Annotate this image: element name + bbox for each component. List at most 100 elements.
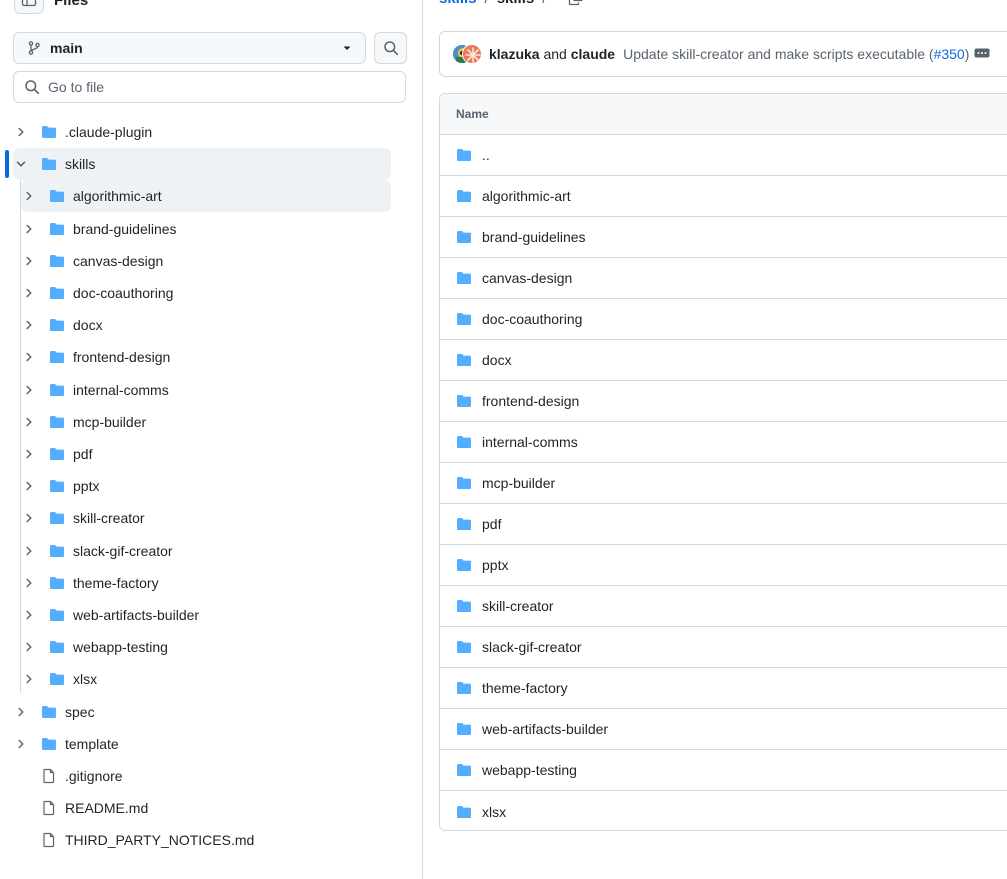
table-row[interactable]: skill-creator (440, 586, 1007, 627)
tree-folder-item[interactable]: mcp-builder (21, 406, 391, 438)
branch-select-button[interactable]: main (13, 32, 366, 64)
tree-folder-item[interactable]: theme-factory (21, 567, 391, 599)
tree-expand-toggle[interactable] (13, 738, 29, 750)
tree-expand-toggle[interactable] (21, 480, 37, 492)
breadcrumb-separator: / (485, 0, 489, 7)
tree-expand-toggle[interactable] (21, 448, 37, 460)
folder-name-link[interactable]: skill-creator (482, 598, 554, 614)
tree-folder-item[interactable]: docx (21, 309, 391, 341)
pull-request-link[interactable]: #350 (934, 46, 965, 62)
folder-name-link[interactable]: mcp-builder (482, 475, 555, 491)
caret-down-icon (343, 46, 351, 50)
tree-expand-toggle[interactable] (21, 545, 37, 557)
parent-directory-row[interactable]: .. (440, 135, 1007, 176)
search-button[interactable] (374, 32, 407, 64)
folder-icon (457, 559, 471, 571)
tree-expand-toggle[interactable] (21, 190, 37, 202)
tree-item-label: .claude-plugin (65, 124, 153, 140)
table-row[interactable]: xlsx (440, 791, 1007, 830)
table-row[interactable]: pdf (440, 504, 1007, 545)
table-row[interactable]: canvas-design (440, 258, 1007, 299)
tree-folder-item[interactable]: spec (13, 696, 391, 728)
tree-folder-item[interactable]: pptx (21, 470, 391, 502)
tree-expand-toggle[interactable] (21, 609, 37, 621)
folder-name-link[interactable]: webapp-testing (482, 762, 577, 778)
chevron-right-icon (26, 546, 32, 556)
tree-expand-toggle[interactable] (13, 158, 29, 170)
tree-item-label: pptx (73, 478, 100, 494)
tree-file-item[interactable]: README.md (13, 792, 391, 824)
parent-directory-link[interactable]: .. (482, 147, 490, 163)
folder-name-link[interactable]: algorithmic-art (482, 188, 571, 204)
tree-folder-item[interactable]: pdf (21, 438, 391, 470)
tree-expand-toggle[interactable] (21, 641, 37, 653)
folder-name-link[interactable]: doc-coauthoring (482, 311, 582, 327)
tree-expand-toggle[interactable] (21, 673, 37, 685)
go-to-file-input[interactable] (48, 79, 378, 95)
table-row[interactable]: doc-coauthoring (440, 299, 1007, 340)
breadcrumb-separator: / (542, 0, 546, 7)
breadcrumb-parent-link[interactable]: skills (439, 0, 477, 7)
commit-author-link[interactable]: claude (571, 46, 615, 62)
commit-conjunction: and (543, 46, 567, 62)
tree-expand-toggle[interactable] (21, 287, 37, 299)
tree-folder-item[interactable]: xlsx (21, 663, 391, 695)
folder-name-link[interactable]: internal-comms (482, 434, 578, 450)
folder-name-link[interactable]: pdf (482, 516, 501, 532)
tree-folder-item[interactable]: slack-gif-creator (21, 535, 391, 567)
tree-expand-toggle[interactable] (13, 706, 29, 718)
tree-expand-toggle[interactable] (21, 416, 37, 428)
tree-folder-item[interactable]: doc-coauthoring (21, 277, 391, 309)
avatar[interactable] (462, 44, 482, 64)
tree-expand-toggle[interactable] (21, 255, 37, 267)
tree-folder-item[interactable]: skills (13, 148, 391, 180)
tree-folder-item[interactable]: internal-comms (21, 374, 391, 406)
folder-name-link[interactable]: theme-factory (482, 680, 568, 696)
table-row[interactable]: webapp-testing (440, 750, 1007, 791)
folder-name-link[interactable]: web-artifacts-builder (482, 721, 608, 737)
tree-folder-item[interactable]: webapp-testing (21, 631, 391, 663)
commit-details-button[interactable] (973, 46, 991, 60)
go-to-file-field[interactable] (13, 71, 406, 103)
folder-name-link[interactable]: docx (482, 352, 512, 368)
folder-name-link[interactable]: slack-gif-creator (482, 639, 582, 655)
folder-name-link[interactable]: brand-guidelines (482, 229, 586, 245)
tree-expand-toggle[interactable] (13, 126, 29, 138)
tree-expand-toggle[interactable] (21, 223, 37, 235)
tree-expand-toggle[interactable] (21, 512, 37, 524)
tree-folder-item[interactable]: canvas-design (21, 245, 391, 277)
tree-expand-toggle[interactable] (21, 577, 37, 589)
tree-folder-item[interactable]: .claude-plugin (13, 116, 391, 148)
table-row[interactable]: pptx (440, 545, 1007, 586)
folder-name-link[interactable]: canvas-design (482, 270, 572, 286)
table-row[interactable]: internal-comms (440, 422, 1007, 463)
tree-expand-toggle[interactable] (21, 384, 37, 396)
tree-folder-item[interactable]: algorithmic-art (21, 180, 391, 212)
table-row[interactable]: mcp-builder (440, 463, 1007, 504)
table-row[interactable]: theme-factory (440, 668, 1007, 709)
folder-name-link[interactable]: xlsx (482, 804, 506, 820)
sidebar-collapse-button[interactable] (14, 0, 44, 14)
table-row[interactable]: web-artifacts-builder (440, 709, 1007, 750)
tree-folder-item[interactable]: frontend-design (21, 341, 391, 373)
tree-folder-item[interactable]: brand-guidelines (21, 213, 391, 245)
table-row[interactable]: docx (440, 340, 1007, 381)
tree-expand-toggle[interactable] (21, 351, 37, 363)
tree-folder-item[interactable]: skill-creator (21, 502, 391, 534)
table-row[interactable]: brand-guidelines (440, 217, 1007, 258)
folder-name-link[interactable]: frontend-design (482, 393, 579, 409)
tree-expand-toggle[interactable] (21, 319, 37, 331)
tree-file-item[interactable]: .gitignore (13, 760, 391, 792)
table-row[interactable]: frontend-design (440, 381, 1007, 422)
tree-file-item[interactable]: THIRD_PARTY_NOTICES.md (13, 824, 391, 856)
folder-icon (457, 641, 471, 653)
tree-folder-item[interactable]: template (13, 728, 391, 760)
copy-path-button[interactable] (568, 0, 584, 6)
tree-folder-item[interactable]: web-artifacts-builder (21, 599, 391, 631)
table-row[interactable]: algorithmic-art (440, 176, 1007, 217)
commit-author-link[interactable]: klazuka (489, 46, 540, 62)
folder-name-link[interactable]: pptx (482, 557, 508, 573)
folder-icon-wrap (456, 598, 472, 614)
table-row[interactable]: slack-gif-creator (440, 627, 1007, 668)
commit-message[interactable]: Update skill-creator and make scripts ex… (623, 46, 969, 62)
